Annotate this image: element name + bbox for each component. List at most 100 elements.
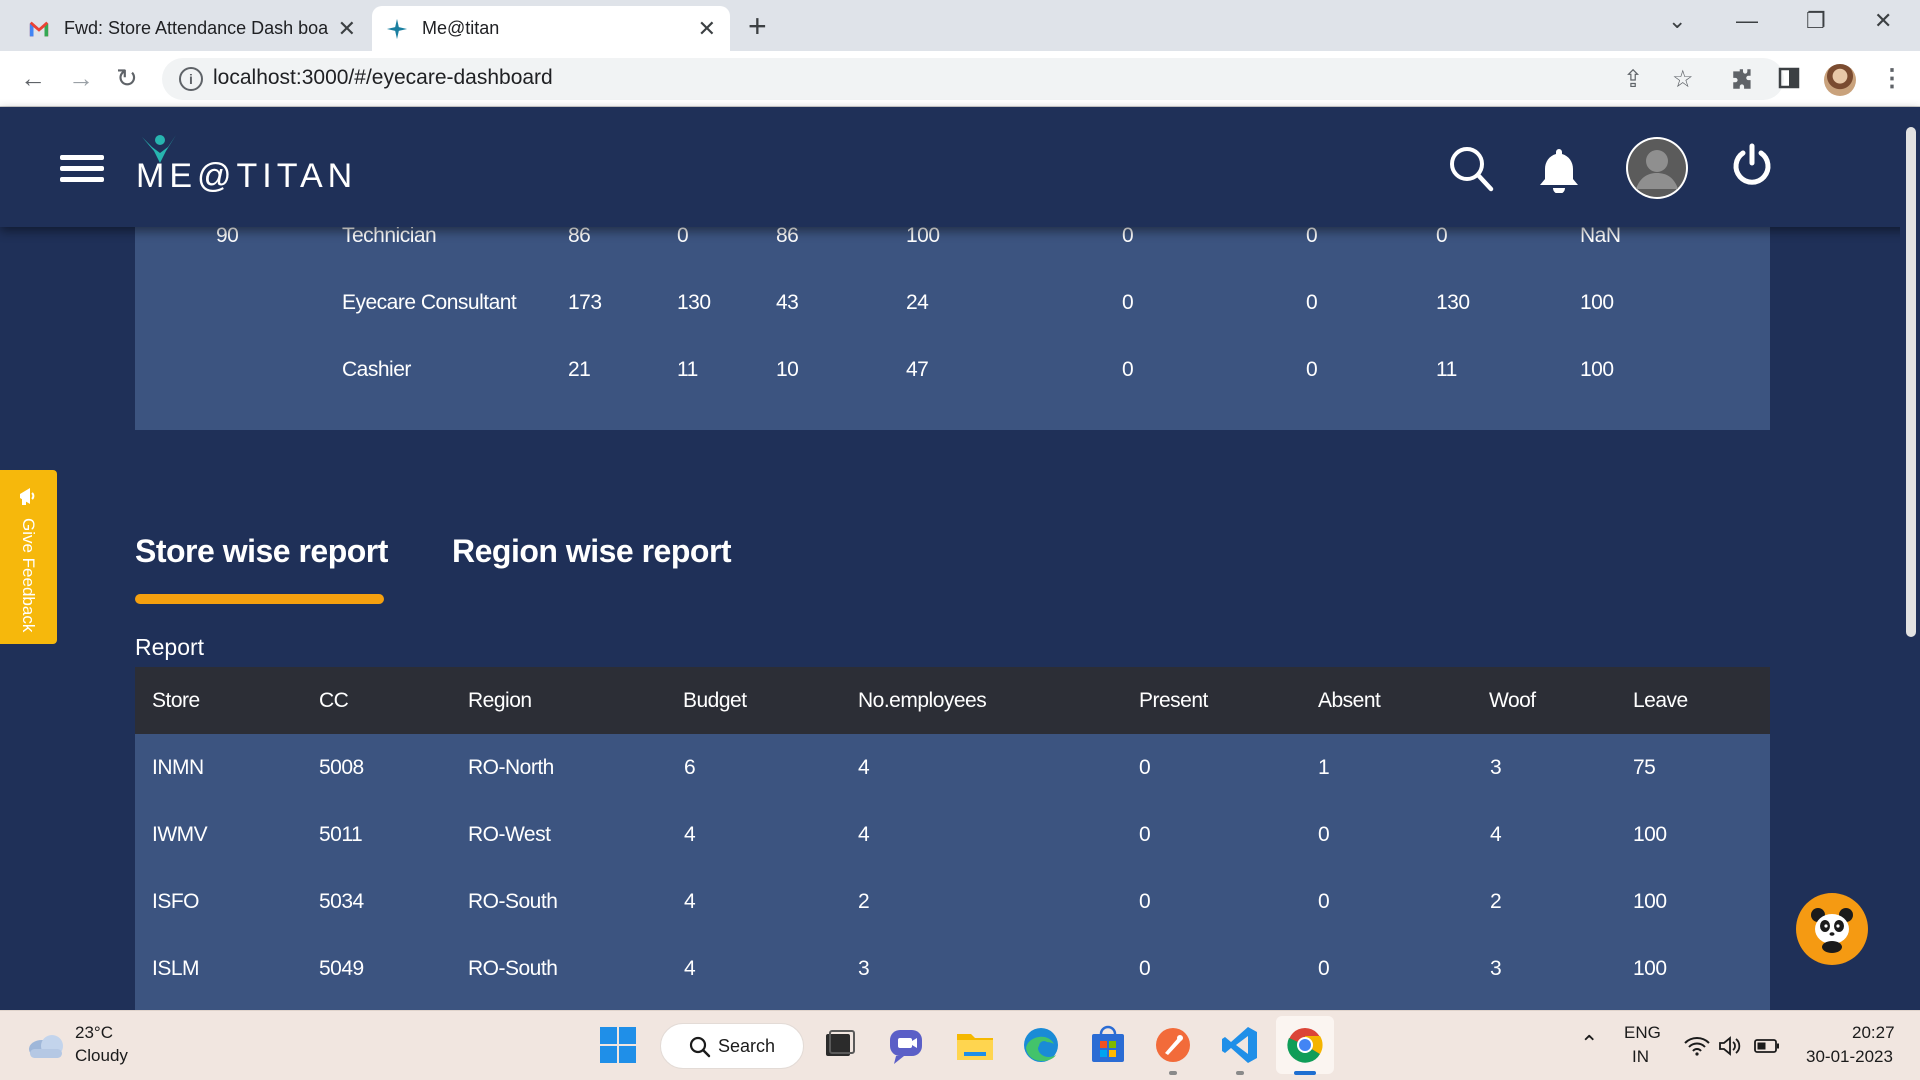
chrome-browser-icon[interactable]: [1284, 1024, 1326, 1066]
value-cell: 0: [1122, 358, 1134, 381]
hamburger-menu-icon[interactable]: [60, 155, 104, 183]
value-cell: 47: [906, 358, 929, 381]
value-cell: 21: [568, 358, 591, 381]
clock-date[interactable]: 30-01-2023: [1806, 1047, 1893, 1067]
value-cell: 0: [1122, 227, 1134, 247]
table-row[interactable]: ISLM 5049 RO-South 4 3 0 0 3 100: [135, 935, 1770, 1002]
column-header-region[interactable]: Region: [468, 667, 532, 734]
value-cell: 0: [1306, 291, 1318, 314]
edge-browser-icon[interactable]: [1020, 1024, 1062, 1066]
taskbar-search-box[interactable]: Search: [660, 1023, 804, 1069]
bookmark-star-icon[interactable]: ☆: [1672, 65, 1694, 94]
column-header-employees[interactable]: No.employees: [858, 667, 987, 734]
megaphone-icon: [20, 488, 35, 505]
url-text[interactable]: localhost:3000/#/eyecare-dashboard: [213, 66, 553, 90]
show-hidden-icons-chevron-icon[interactable]: ⌃: [1580, 1031, 1598, 1057]
present-cell: 0: [1139, 957, 1151, 980]
new-tab-icon[interactable]: +: [748, 8, 767, 45]
column-header-present[interactable]: Present: [1139, 667, 1208, 734]
column-header-absent[interactable]: Absent: [1318, 667, 1381, 734]
value-cell: NaN: [1580, 227, 1621, 247]
employees-cell: 3: [858, 957, 870, 980]
tab-search-chevron-icon[interactable]: ⌄: [1668, 8, 1686, 34]
page-scrollbar[interactable]: [1900, 107, 1920, 1010]
role-cell: Cashier: [342, 358, 411, 381]
user-avatar[interactable]: [1626, 137, 1688, 199]
region-cell: RO-West: [468, 823, 551, 846]
address-bar[interactable]: i localhost:3000/#/eyecare-dashboard ⇪ ☆: [162, 58, 1784, 100]
value-cell: 130: [677, 291, 711, 314]
panda-mascot-icon: [1811, 908, 1853, 953]
search-icon[interactable]: [1448, 145, 1494, 193]
power-logout-icon[interactable]: [1730, 143, 1774, 187]
employees-cell: 4: [858, 823, 870, 846]
column-header-cc[interactable]: CC: [319, 667, 349, 734]
tab-store-wise-report[interactable]: Store wise report: [135, 533, 388, 570]
cloudy-weather-icon[interactable]: [26, 1031, 66, 1061]
extensions-icon[interactable]: [1730, 66, 1756, 92]
tab-region-wise-report[interactable]: Region wise report: [452, 533, 732, 570]
value-cell: 173: [568, 291, 602, 314]
windows-start-icon[interactable]: [597, 1024, 639, 1066]
budget-cell: 4: [684, 890, 696, 913]
wifi-icon[interactable]: [1684, 1036, 1710, 1056]
side-panel-icon[interactable]: [1777, 66, 1801, 90]
table-row: Eyecare Consultant 173 130 43 24 0 0 130…: [135, 269, 1770, 336]
site-info-icon[interactable]: i: [179, 67, 203, 91]
value-cell: 130: [1436, 291, 1470, 314]
absent-cell: 0: [1318, 957, 1330, 980]
present-cell: 0: [1139, 756, 1151, 779]
give-feedback-button[interactable]: Give Feedback: [0, 470, 57, 644]
task-view-icon[interactable]: [818, 1024, 860, 1066]
weather-condition[interactable]: Cloudy: [75, 1046, 128, 1066]
store-cell: ISFO: [152, 890, 200, 913]
value-cell: 86: [776, 227, 799, 247]
weather-temperature[interactable]: 23°C: [75, 1023, 113, 1043]
language-indicator-bottom[interactable]: IN: [1632, 1047, 1649, 1067]
battery-icon[interactable]: [1754, 1038, 1780, 1054]
teams-chat-icon[interactable]: [886, 1024, 928, 1066]
close-tab-icon[interactable]: ✕: [338, 16, 356, 42]
user-avatar-icon: [1628, 139, 1686, 197]
notification-bell-icon[interactable]: [1536, 147, 1582, 193]
close-window-icon[interactable]: ✕: [1874, 8, 1892, 34]
column-header-store[interactable]: Store: [152, 667, 200, 734]
role-cell: Technician: [342, 227, 437, 247]
role-summary-table: 90 Technician 86 0 86 100 0 0 0 NaN Eyec…: [135, 227, 1770, 430]
minimize-icon[interactable]: —: [1736, 8, 1758, 34]
browser-tab-gmail[interactable]: Fwd: Store Attendance Dash board ✕: [14, 6, 370, 51]
language-indicator-top[interactable]: ENG: [1624, 1023, 1661, 1043]
value-cell: 100: [1580, 358, 1614, 381]
cc-cell: 5034: [319, 890, 364, 913]
back-icon[interactable]: ←: [20, 63, 46, 94]
column-header-budget[interactable]: Budget: [683, 667, 747, 734]
woof-cell: 3: [1490, 957, 1502, 980]
share-icon[interactable]: ⇪: [1623, 65, 1643, 94]
value-cell: 100: [906, 227, 940, 247]
report-heading: Report: [135, 634, 205, 660]
restore-icon[interactable]: ❐: [1806, 8, 1826, 34]
forward-icon[interactable]: →: [68, 63, 94, 94]
windows-taskbar: 23°C Cloudy Search ⌃ ENG IN 20:27 30-01-…: [0, 1010, 1920, 1080]
table-row[interactable]: IWMV 5011 RO-West 4 4 0 0 4 100: [135, 801, 1770, 868]
volume-icon[interactable]: [1718, 1035, 1742, 1057]
chatbot-button[interactable]: [1796, 893, 1868, 965]
column-header-woof[interactable]: Woof: [1489, 667, 1536, 734]
profile-avatar[interactable]: [1824, 64, 1856, 96]
reload-icon[interactable]: ↻: [116, 63, 138, 94]
vscode-icon[interactable]: [1219, 1024, 1261, 1066]
file-explorer-icon[interactable]: [954, 1024, 996, 1066]
microsoft-store-icon[interactable]: [1087, 1024, 1129, 1066]
value-cell: 11: [677, 358, 698, 381]
postman-app-icon[interactable]: [1152, 1024, 1194, 1066]
close-tab-icon[interactable]: ✕: [698, 16, 716, 42]
column-header-leave[interactable]: Leave: [1633, 667, 1688, 734]
chrome-menu-icon[interactable]: ⋮: [1880, 64, 1904, 93]
browser-tab-metitan[interactable]: Me@titan ✕: [372, 6, 730, 51]
region-cell: RO-South: [468, 890, 558, 913]
table-row[interactable]: ISFO 5034 RO-South 4 2 0 0 2 100: [135, 868, 1770, 935]
table-row[interactable]: INMN 5008 RO-North 6 4 0 1 3 75: [135, 734, 1770, 801]
scrollbar-thumb[interactable]: [1906, 127, 1916, 637]
clock-time[interactable]: 20:27: [1852, 1023, 1895, 1043]
absent-cell: 1: [1318, 756, 1330, 779]
